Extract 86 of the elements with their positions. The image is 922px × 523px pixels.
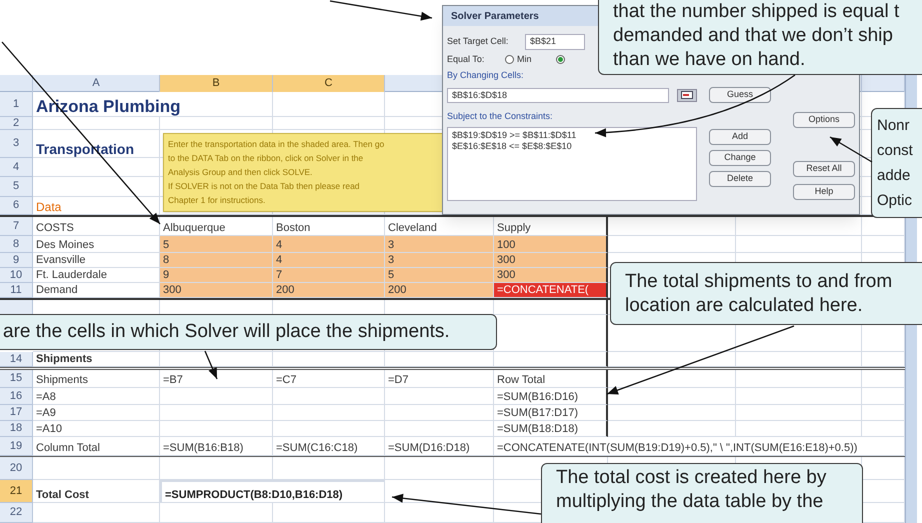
table-cell: =SUM(B16:D16) [494, 388, 608, 405]
row-header[interactable]: 21 [0, 480, 33, 503]
table-cell: 5 [385, 268, 494, 283]
constraint-item[interactable]: $E$16:$E$18 <= $E$8:$E$10 [452, 140, 572, 152]
table-cell: Data [33, 197, 160, 215]
table-cell: =SUM(D16:D18) [385, 437, 494, 456]
collapse-button[interactable] [677, 88, 697, 102]
field-label: Equal To: [447, 52, 486, 66]
table-cell: =C7 [273, 370, 385, 388]
field-label: Set Target Cell: [447, 35, 510, 48]
dialog-button[interactable]: Options [793, 112, 855, 128]
radio-button[interactable] [556, 54, 565, 64]
row-header[interactable]: 17 [0, 405, 33, 421]
table-cell: =SUM(B16:B18) [160, 437, 273, 456]
table-cell: 4 [273, 236, 385, 253]
callout-text: Nonr const adde Optic [877, 116, 913, 211]
constraints-list[interactable]: $B$19:$D$19 >= $B$11:$D$11 $E$16:$E$18 <= $E$8:$E$10 [447, 126, 697, 200]
row-header[interactable]: 7 [0, 217, 33, 236]
changing-cells-field[interactable]: $B$16:$D$18 [447, 88, 669, 103]
row-header[interactable]: 14 [0, 352, 33, 367]
row-header[interactable]: 5 [0, 177, 33, 197]
table-cell: =SUM(B17:D17) [494, 405, 608, 421]
table-cell: 100 [494, 236, 608, 253]
table-cell: Total Cost [33, 480, 160, 503]
table-cell: =CONCATENATE(INT(SUM(B19:D19)+0.5)," \ ",INT(SUM(E16:E18)+0.5)) [494, 437, 905, 456]
row-header[interactable]: 15 [0, 370, 33, 388]
table-cell: =A10 [33, 421, 160, 437]
table-cell: 300 [494, 268, 608, 283]
dialog-button[interactable]: Delete [709, 171, 771, 187]
row-header[interactable]: 2 [0, 117, 33, 130]
dialog-button[interactable]: Add [709, 129, 771, 145]
table-cell: 9 [160, 268, 273, 283]
row-header[interactable]: 10 [0, 268, 33, 283]
row-header[interactable]: 11 [0, 283, 33, 298]
field-label: Subject to the Constraints: [447, 110, 554, 123]
constraint-item[interactable]: $B$19:$D$19 >= $B$11:$D$11 [452, 130, 576, 140]
callout-text: are the cells in which Solver will place the shipments. [3, 320, 450, 344]
dialog-button[interactable]: Change [709, 150, 771, 166]
table-cell: =SUM(B18:D18) [494, 421, 608, 437]
row-header[interactable]: 20 [0, 457, 33, 480]
column-header[interactable]: C [273, 75, 385, 92]
table-cell: 3 [385, 253, 494, 268]
arrow [204, 350, 218, 380]
row-header[interactable]: 3 [0, 130, 33, 158]
table-cell: Demand [33, 283, 160, 298]
callout-text: The total shipments to and from location are calculated here. [625, 270, 892, 318]
field-label: By Changing Cells: [447, 69, 525, 82]
table-cell: 4 [273, 253, 385, 268]
table-cell: Column Total [33, 437, 160, 456]
table-cell: 300 [494, 253, 608, 268]
table-cell: =SUMPRODUCT(B8:D10,B16:D18) [160, 480, 385, 503]
row-header[interactable]: 18 [0, 421, 33, 437]
table-cell: 8 [160, 253, 273, 268]
guess-button[interactable]: Guess [709, 87, 771, 103]
table-cell: 7 [273, 268, 385, 283]
table-cell: Shipments [33, 352, 160, 367]
table-cell: =CONCATENATE( [494, 283, 608, 298]
callout-text: The total cost is created here by multiplying the data table by the [556, 466, 826, 514]
row-header[interactable]: 8 [0, 236, 33, 253]
table-cell: 200 [273, 283, 385, 298]
table-cell: 200 [385, 283, 494, 298]
range-icon [681, 91, 693, 100]
target-cell-field[interactable]: $B$21 [525, 34, 585, 50]
row-header[interactable]: 9 [0, 253, 33, 268]
column-header[interactable]: B [160, 75, 273, 92]
row-header[interactable]: 19 [0, 437, 33, 456]
table-cell: =D7 [385, 370, 494, 388]
table-cell: =A9 [33, 405, 160, 421]
table-cell: =A8 [33, 388, 160, 405]
table-cell: 5 [160, 236, 273, 253]
row-header[interactable]: 1 [0, 92, 33, 117]
row-header[interactable]: 16 [0, 388, 33, 405]
table-cell: Shipments [33, 370, 160, 388]
table-cell: =SUM(C16:C18) [273, 437, 385, 456]
row-header[interactable]: 22 [0, 503, 33, 523]
radio-label: Min [517, 52, 532, 66]
arrow [830, 136, 872, 163]
row-header[interactable] [0, 300, 33, 315]
table-cell: Row Total [494, 370, 608, 388]
radio-button[interactable] [505, 54, 514, 64]
dialog-button[interactable]: Reset All [793, 161, 855, 177]
table-cell: 3 [385, 236, 494, 253]
dialog-button[interactable]: Help [793, 184, 855, 200]
row-header[interactable]: 6 [0, 197, 33, 215]
row-header[interactable]: 4 [0, 158, 33, 177]
table-cell: 300 [160, 283, 273, 298]
